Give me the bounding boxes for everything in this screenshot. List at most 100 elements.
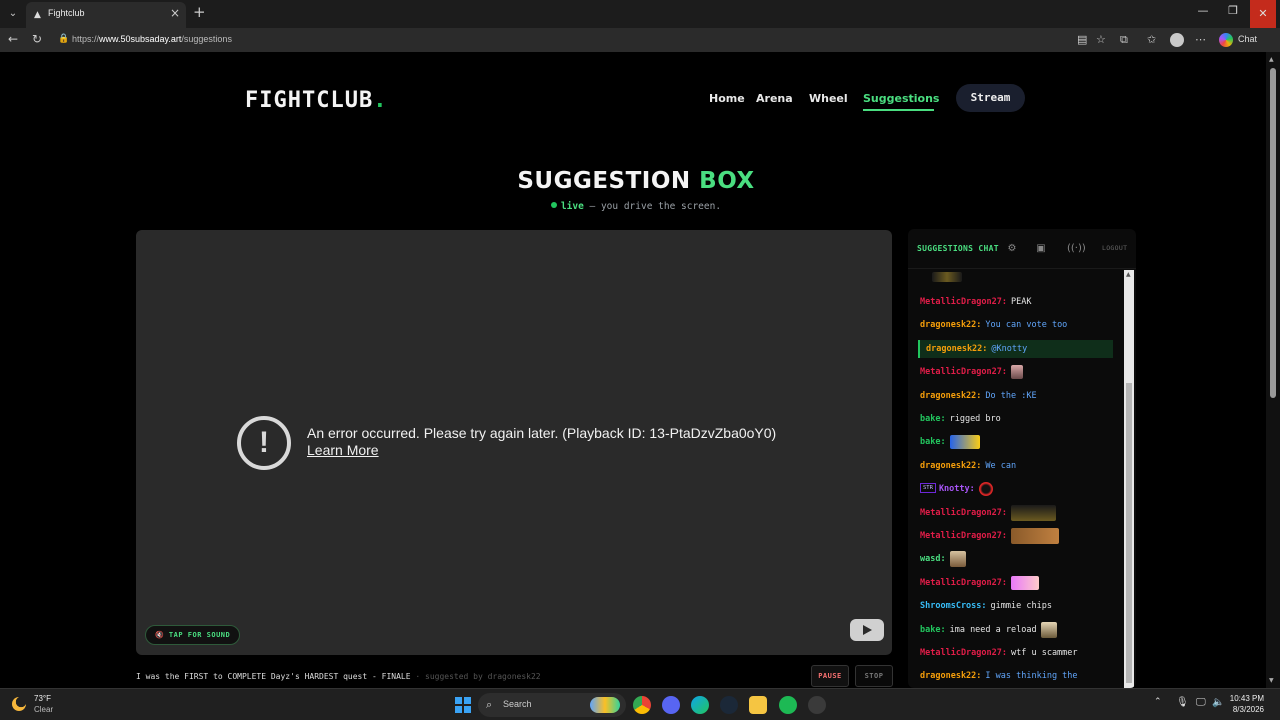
discord-icon[interactable] bbox=[662, 696, 680, 714]
chat-username[interactable]: MetallicDragon27: bbox=[920, 531, 1007, 541]
chat-text: I was thinking the bbox=[985, 671, 1078, 681]
chat-username[interactable]: MetallicDragon27: bbox=[920, 578, 1007, 588]
chat-message: bake: ima need a reload bbox=[920, 621, 1120, 639]
url-text: https://www.50subsaday.art/suggestions bbox=[72, 34, 232, 44]
browser-tab-active[interactable]: ▲ Fightclub × bbox=[26, 2, 186, 28]
minimize-icon[interactable]: — bbox=[1190, 4, 1216, 17]
window-close-icon[interactable]: ✕ bbox=[1250, 0, 1276, 28]
chat-username[interactable]: bake: bbox=[920, 414, 946, 424]
stream-button[interactable]: Stream bbox=[956, 84, 1025, 112]
weather-condition[interactable]: Clear bbox=[34, 705, 53, 714]
page-scroll-thumb[interactable] bbox=[1270, 68, 1276, 398]
taskbar-search[interactable]: ⌕ Search bbox=[478, 693, 626, 717]
chat-message: wasd: bbox=[920, 550, 1120, 568]
chat-username[interactable]: MetallicDragon27: bbox=[920, 648, 1007, 658]
chat-username[interactable]: wasd: bbox=[920, 554, 946, 564]
chat-username[interactable]: bake: bbox=[920, 625, 946, 635]
active-nav-underline bbox=[863, 109, 934, 111]
chat-username[interactable]: MetallicDragon27: bbox=[920, 508, 1007, 518]
pause-button[interactable]: PAUSE bbox=[811, 665, 849, 687]
more-menu-icon[interactable]: ⋯ bbox=[1195, 33, 1206, 46]
copilot-icon[interactable] bbox=[1219, 33, 1233, 47]
chat-scroll-thumb[interactable] bbox=[1126, 383, 1132, 683]
video-player[interactable]: ! An error occurred. Please try again la… bbox=[136, 230, 892, 655]
chat-text: Do the :KE bbox=[985, 391, 1037, 401]
reader-view-icon[interactable]: ▤ bbox=[1077, 33, 1087, 46]
copilot-chat-label[interactable]: Chat bbox=[1238, 34, 1257, 44]
stop-button[interactable]: STOP bbox=[855, 665, 893, 687]
chat-text: We can bbox=[985, 461, 1017, 471]
tray-overflow-chevron-icon[interactable]: ⌃ bbox=[1154, 697, 1162, 707]
chat-scrollbar[interactable]: ▲ bbox=[1124, 270, 1134, 688]
chat-emote-image bbox=[978, 481, 993, 496]
popout-window-icon[interactable]: ▣ bbox=[1033, 241, 1049, 257]
weather-temperature[interactable]: 73°F bbox=[34, 694, 51, 703]
profile-avatar[interactable] bbox=[1170, 33, 1184, 47]
chat-message: bake: rigged bro bbox=[920, 410, 1120, 428]
file-explorer-icon[interactable] bbox=[749, 696, 767, 714]
page-scrollbar[interactable]: ▲ ▼ bbox=[1266, 52, 1280, 688]
extensions-icon[interactable]: ⧉ bbox=[1120, 33, 1128, 47]
chat-username[interactable]: ShroomsCross: bbox=[920, 601, 987, 611]
nav-wheel[interactable]: Wheel bbox=[809, 92, 848, 105]
windows-start-icon[interactable] bbox=[455, 697, 471, 713]
tab-list-chevron-icon[interactable]: ⌄ bbox=[4, 5, 22, 23]
clock-date[interactable]: 8/3/2026 bbox=[1220, 705, 1264, 714]
steam-icon[interactable] bbox=[720, 696, 738, 714]
chat-title: SUGGESTIONS CHAT bbox=[917, 244, 999, 253]
tap-for-sound-button[interactable]: 🔇 TAP FOR SOUND bbox=[145, 625, 241, 645]
clock-time[interactable]: 10:43 PM bbox=[1220, 694, 1264, 703]
chat-username[interactable]: dragonesk22: bbox=[920, 461, 981, 471]
edge-icon[interactable] bbox=[691, 696, 709, 714]
nav-home[interactable]: Home bbox=[709, 92, 745, 105]
chat-message: dragonesk22: We can bbox=[920, 457, 1120, 475]
chat-message: MetallicDragon27: bbox=[920, 574, 1120, 592]
settings-gear-icon[interactable]: ⚙ bbox=[1004, 241, 1020, 257]
chat-username[interactable]: dragonesk22: bbox=[920, 391, 981, 401]
refresh-icon[interactable]: ↻ bbox=[32, 32, 42, 46]
chat-username[interactable]: MetallicDragon27: bbox=[920, 367, 1007, 377]
scroll-up-arrow-icon[interactable]: ▲ bbox=[1269, 56, 1274, 63]
chat-message: ShroomsCross: gimmie chips bbox=[920, 597, 1120, 615]
nav-arena[interactable]: Arena bbox=[756, 92, 793, 105]
scroll-up-arrow-icon[interactable]: ▲ bbox=[1126, 271, 1131, 278]
back-arrow-icon[interactable]: ← bbox=[8, 32, 18, 46]
scroll-down-arrow-icon[interactable]: ▼ bbox=[1269, 677, 1274, 684]
live-indicator-dot bbox=[550, 202, 557, 208]
chat-username[interactable]: dragonesk22: bbox=[920, 320, 981, 330]
address-bar[interactable]: 🔒 https://www.50subsaday.art/suggestions bbox=[50, 30, 1116, 50]
logout-button[interactable]: LOGOUT bbox=[1102, 244, 1127, 252]
spotify-icon[interactable] bbox=[779, 696, 797, 714]
youtube-logo-icon[interactable] bbox=[850, 619, 884, 641]
tab-title: Fightclub bbox=[48, 8, 85, 18]
chat-username[interactable]: dragonesk22: bbox=[920, 671, 981, 681]
windows-taskbar: 73°F Clear ⌕ Search ⌃ 🎙 🖵 🔈 10:43 PM 8/3… bbox=[0, 688, 1280, 720]
chat-username[interactable]: MetallicDragon27: bbox=[920, 297, 1007, 307]
favorite-star-icon[interactable]: ☆ bbox=[1096, 33, 1106, 46]
chat-username[interactable]: Knotty: bbox=[939, 484, 975, 494]
new-tab-plus-icon[interactable]: + bbox=[193, 3, 206, 21]
app-icon[interactable] bbox=[808, 696, 826, 714]
learn-more-link[interactable]: Learn More bbox=[307, 442, 379, 458]
tab-close-icon[interactable]: × bbox=[170, 6, 180, 20]
fightclub-favicon-icon: ▲ bbox=[34, 10, 41, 20]
page-title: SUGGESTION BOX bbox=[517, 168, 755, 194]
weather-moon-icon[interactable] bbox=[12, 697, 26, 711]
search-label: Search bbox=[503, 699, 532, 709]
chat-username[interactable]: dragonesk22: bbox=[926, 344, 987, 354]
microphone-icon[interactable]: 🎙 bbox=[1176, 697, 1189, 708]
chat-emote-image bbox=[949, 550, 966, 567]
site-info-icon[interactable]: 🔒 bbox=[58, 34, 69, 44]
chat-username[interactable]: bake: bbox=[920, 437, 946, 447]
broadcast-icon[interactable]: ((·)) bbox=[1067, 241, 1086, 257]
chrome-icon[interactable] bbox=[633, 696, 651, 714]
favorites-list-icon[interactable]: ✩ bbox=[1147, 33, 1156, 46]
chat-emote-image bbox=[1011, 504, 1056, 521]
nav-suggestions[interactable]: Suggestions bbox=[863, 92, 939, 105]
error-exclamation-icon: ! bbox=[237, 416, 291, 470]
site-logo[interactable]: FIGHTCLUB. bbox=[245, 88, 387, 113]
network-icon[interactable]: 🖵 bbox=[1196, 697, 1206, 708]
chat-message: dragonesk22: Do the :KE bbox=[920, 387, 1120, 405]
chat-text: gimmie chips bbox=[990, 601, 1052, 611]
restore-icon[interactable]: ❐ bbox=[1220, 4, 1246, 17]
